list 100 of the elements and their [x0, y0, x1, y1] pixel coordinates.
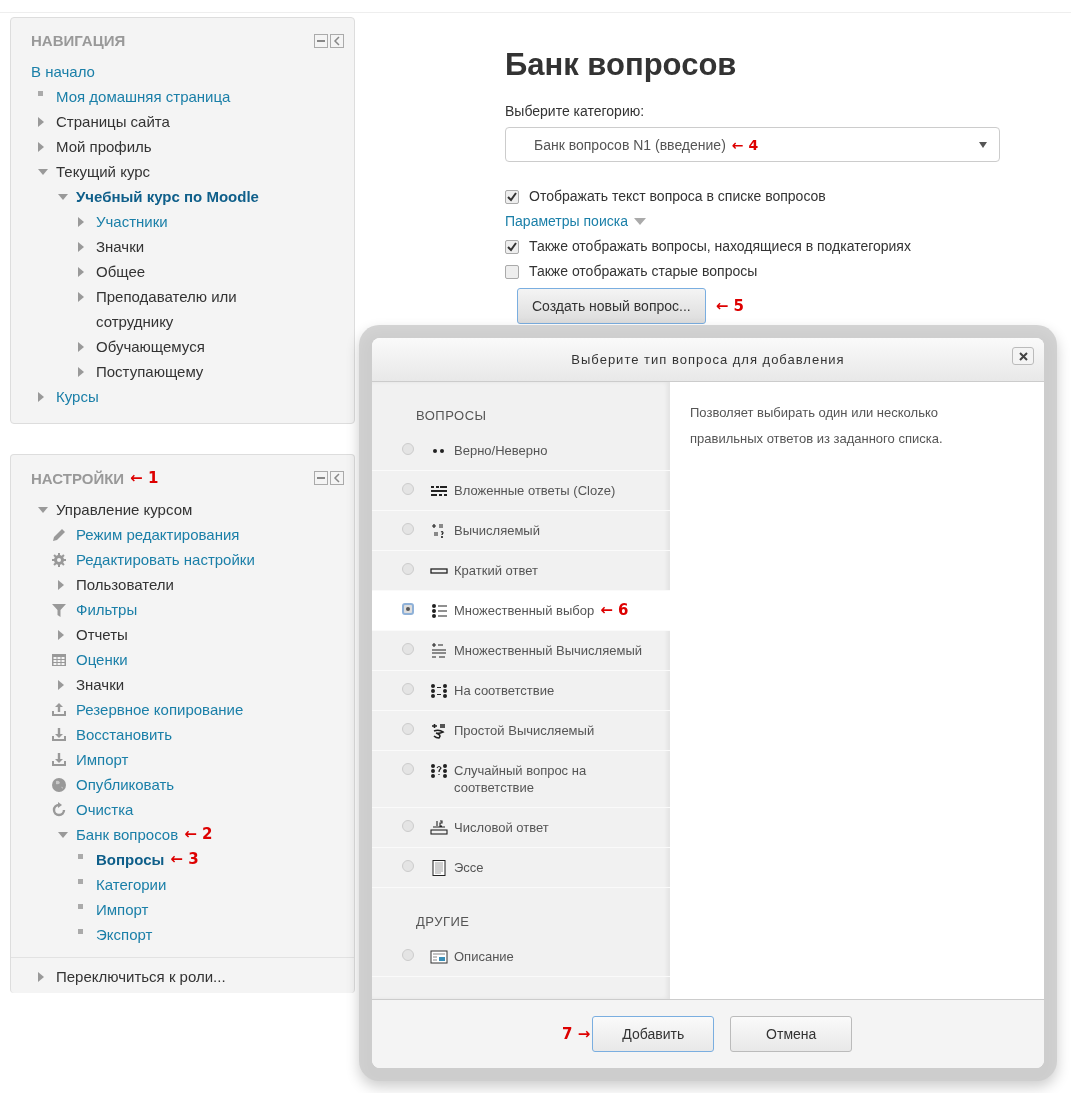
block-title: НАВИГАЦИЯ — [31, 32, 126, 49]
nav-link[interactable]: Импорт — [76, 747, 129, 772]
question-type-option[interactable]: Вычисляемый — [372, 511, 670, 551]
collapsed-arrow-icon[interactable] — [38, 141, 44, 152]
option-label: Верно/Неверно — [454, 442, 548, 459]
bullet-icon — [38, 91, 43, 96]
add-button[interactable]: Добавить — [592, 1016, 715, 1052]
refresh-icon — [51, 801, 67, 818]
nav-link[interactable]: Очистка — [76, 797, 134, 822]
radio-button[interactable] — [402, 523, 414, 535]
nav-item[interactable]: Пользователи — [76, 572, 174, 597]
nav-link[interactable]: Опубликовать — [76, 772, 175, 797]
radio-button[interactable] — [402, 723, 414, 735]
nav-item[interactable]: Страницы сайта — [56, 109, 170, 134]
radio-button[interactable] — [402, 860, 414, 872]
option-label: Случайный вопрос на соответствие — [454, 762, 588, 796]
bullet-icon — [78, 929, 83, 934]
question-type-option[interactable]: Описание — [372, 937, 670, 977]
nav-link[interactable]: Импорт — [96, 897, 149, 922]
nav-item[interactable]: Значки — [76, 672, 125, 697]
nav-link[interactable]: В начало — [31, 59, 95, 84]
dock-icon[interactable] — [330, 471, 344, 485]
cloze-icon — [430, 483, 448, 499]
nav-link[interactable]: Режим редактирования — [76, 522, 240, 547]
nav-link[interactable]: Оценки — [76, 647, 128, 672]
nav-item[interactable]: Поступающему — [96, 359, 204, 384]
radio-button[interactable] — [402, 820, 414, 832]
annotation: ← 5 — [715, 297, 744, 315]
radio-button[interactable] — [402, 643, 414, 655]
collapsed-arrow-icon[interactable] — [78, 266, 84, 277]
question-type-option[interactable]: Числовой ответ — [372, 808, 670, 848]
expanded-arrow-icon[interactable] — [58, 193, 68, 200]
minimize-icon[interactable] — [314, 33, 328, 48]
close-button[interactable] — [1012, 347, 1034, 365]
nav-item[interactable]: Мой профиль — [56, 134, 152, 159]
expanded-arrow-icon[interactable] — [38, 506, 48, 513]
question-type-option[interactable]: На соответствие — [372, 671, 670, 711]
type-description: Позволяет выбирать один или несколько правильных ответов из заданного списка. — [690, 404, 944, 448]
question-type-option[interactable]: Вложенные ответы (Cloze) — [372, 471, 670, 511]
nav-link[interactable]: Участники — [96, 209, 168, 234]
radio-button[interactable] — [402, 483, 414, 495]
nav-item[interactable]: Управление курсом — [56, 497, 193, 522]
nav-link[interactable]: Редактировать настройки — [76, 547, 255, 572]
collapsed-arrow-icon[interactable] — [78, 341, 84, 352]
nav-item[interactable]: Переключиться к роли... — [56, 964, 226, 989]
radio-button[interactable] — [402, 683, 414, 695]
collapsed-arrow-icon[interactable] — [38, 116, 44, 127]
collapsed-arrow-icon[interactable] — [78, 216, 84, 227]
search-options-link[interactable]: Параметры поиска — [505, 209, 628, 234]
radio-button[interactable] — [402, 443, 414, 455]
question-type-option[interactable]: Простой Вычисляемый — [372, 711, 670, 751]
nav-item[interactable]: Текущий курс — [56, 159, 151, 184]
upload-icon — [51, 701, 67, 718]
nav-item[interactable]: Общее — [96, 259, 146, 284]
nav-link[interactable]: Учебный курс по Moodle — [76, 184, 259, 209]
radio-button[interactable] — [402, 763, 414, 775]
checkbox[interactable] — [505, 189, 519, 204]
question-type-option[interactable]: Множественный Вычисляемый — [372, 631, 670, 671]
nav-link[interactable]: Курсы — [56, 384, 99, 409]
dock-icon[interactable] — [330, 33, 344, 48]
checkbox[interactable] — [505, 239, 519, 254]
expanded-arrow-icon[interactable] — [38, 168, 48, 175]
question-type-option[interactable]: Верно/Неверно — [372, 431, 670, 471]
radio-button[interactable] — [402, 563, 414, 575]
radio-button[interactable] — [402, 603, 414, 615]
nav-item[interactable]: Отчеты — [76, 622, 128, 647]
nav-item[interactable]: Значки — [96, 234, 145, 259]
question-type-option[interactable]: Эссе — [372, 848, 670, 888]
minimize-icon[interactable] — [314, 471, 328, 485]
nav-link[interactable]: Восстановить — [76, 722, 173, 747]
collapsed-arrow-icon[interactable] — [78, 291, 84, 302]
collapsed-arrow-icon[interactable] — [58, 679, 64, 690]
category-select[interactable]: Банк вопросов N1 (введение) ← 4 — [505, 127, 1000, 162]
expanded-arrow-icon[interactable] — [58, 831, 68, 838]
cancel-button[interactable]: Отмена — [730, 1016, 853, 1052]
collapsed-arrow-icon[interactable] — [78, 366, 84, 377]
nav-link[interactable]: Вопросы — [96, 847, 165, 872]
nav-link[interactable]: Банк вопросов — [76, 822, 179, 847]
collapsed-arrow-icon[interactable] — [58, 629, 64, 640]
nav-link[interactable]: Резервное копирование — [76, 697, 244, 722]
option-label: Описание — [454, 948, 514, 965]
nav-link[interactable]: Экспорт — [96, 922, 153, 947]
nav-link[interactable]: Моя домашняя страница — [56, 84, 231, 109]
question-type-option[interactable]: Случайный вопрос на соответствие — [372, 751, 670, 808]
filter-icon — [51, 601, 67, 618]
annotation: ← 2 — [184, 824, 213, 845]
nav-link[interactable]: Фильтры — [76, 597, 138, 622]
collapsed-arrow-icon[interactable] — [58, 579, 64, 590]
option-label: Простой Вычисляемый — [454, 722, 595, 739]
checkbox[interactable] — [505, 264, 519, 279]
collapsed-arrow-icon[interactable] — [38, 391, 44, 402]
create-question-button[interactable]: Создать новый вопрос... — [517, 288, 706, 324]
globe-icon — [51, 776, 67, 793]
collapsed-arrow-icon[interactable] — [78, 241, 84, 252]
question-type-option[interactable]: Множественный выбор ← 6 — [372, 591, 670, 631]
nav-item[interactable]: Обучающемуся — [96, 334, 205, 359]
radio-button[interactable] — [402, 949, 414, 961]
collapsed-arrow-icon[interactable] — [38, 971, 44, 982]
nav-item[interactable]: Преподавателю или сотруднику — [96, 284, 294, 334]
nav-link[interactable]: Категории — [96, 872, 167, 897]
